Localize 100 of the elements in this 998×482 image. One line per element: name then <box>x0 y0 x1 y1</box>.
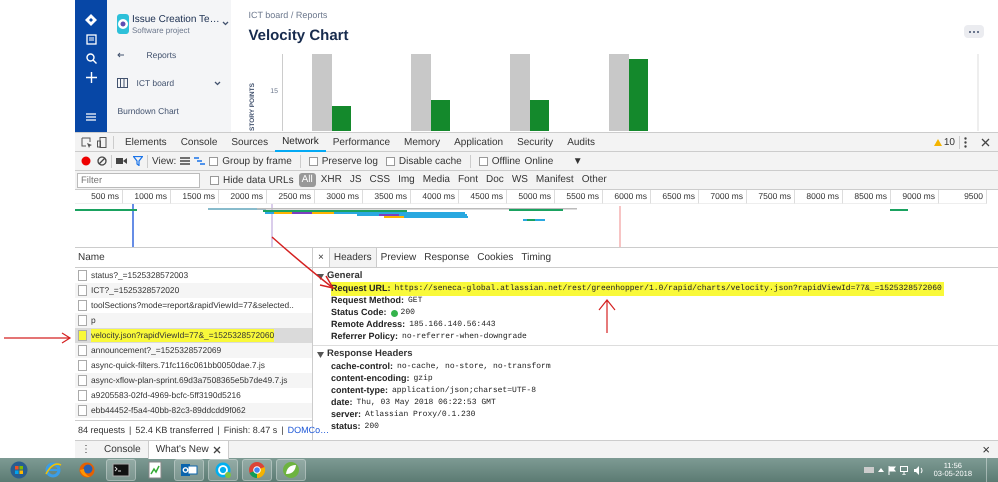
breadcrumb-link[interactable]: ICT board <box>248 9 288 22</box>
devtools-tab[interactable]: Sources <box>224 132 276 152</box>
request-row[interactable]: ebb44452-f5a4-40bb-82c3-89ddcdd9f062 <box>75 403 312 418</box>
request-row[interactable]: status?_=1525328572003 <box>75 268 312 283</box>
request-row[interactable]: async-xflow-plan-sprint.69d3a7508365e5b7de49.7.js <box>75 373 312 388</box>
devtools-tab[interactable]: Memory <box>397 132 448 152</box>
drawer-menu-button[interactable]: ⋮ <box>75 440 97 459</box>
device-icon[interactable] <box>97 136 109 148</box>
timeline-tick: 3500 ms <box>363 190 411 204</box>
chat-icon[interactable] <box>208 459 238 481</box>
back-arrow-icon[interactable] <box>117 52 124 58</box>
type-filter[interactable]: CSS <box>366 173 394 187</box>
detail-tab[interactable]: Response <box>420 248 474 267</box>
devtools-tab[interactable]: Audits <box>560 132 602 152</box>
column-header[interactable]: Name <box>75 248 312 268</box>
timeline-tick: 5000 ms <box>507 190 555 204</box>
drawer-close-button[interactable]: × <box>974 440 998 459</box>
clear-icon[interactable] <box>97 156 107 166</box>
throttling-dropdown[interactable]: Online ▼ <box>524 152 583 170</box>
timeline-tick: 4000 ms <box>411 190 459 204</box>
devtools-tab[interactable]: Performance <box>326 132 398 152</box>
board-icon <box>117 78 128 88</box>
devtools-tab[interactable]: Elements <box>118 132 174 152</box>
detail-tab[interactable]: Cookies <box>473 248 518 267</box>
summary-text: 52.4 KB transferred <box>135 424 214 437</box>
section-header[interactable]: General <box>313 270 998 283</box>
more-button[interactable] <box>964 25 984 38</box>
filter-field[interactable]: Filter <box>77 172 200 188</box>
timeline-tick: 7500 ms <box>747 190 795 204</box>
close-button[interactable]: × <box>313 248 329 267</box>
filter-icon[interactable] <box>133 156 143 166</box>
mail-icon[interactable] <box>174 459 204 481</box>
drawer-tab[interactable]: What's New <box>148 440 229 458</box>
sidebar-item[interactable]: Burndown Chart <box>117 104 179 118</box>
expand-triangle-icon[interactable] <box>317 352 324 358</box>
type-filter[interactable]: Manifest <box>532 173 577 187</box>
request-row[interactable]: toolSections?mode=report&rapidViewId=77&selected.. <box>75 298 312 313</box>
waterfall-view-icon[interactable] <box>194 157 206 165</box>
timeline-tick: 9500 <box>939 190 987 204</box>
search-icon[interactable] <box>86 53 97 64</box>
terminal-icon[interactable] <box>106 459 136 481</box>
flag-icon[interactable] <box>888 466 896 474</box>
checkbox-option[interactable]: Offline <box>478 154 520 168</box>
more-options-icon[interactable] <box>964 136 967 148</box>
request-row[interactable]: async-quick-filters.71fc116c061bb0050dae.7.js <box>75 358 312 373</box>
devtools-tab[interactable]: Application <box>447 132 510 152</box>
show-hidden-icons-icon[interactable] <box>878 468 884 472</box>
list-view-icon[interactable] <box>180 157 190 165</box>
status-dot-icon <box>390 310 398 316</box>
warning-count[interactable]: 10 <box>934 134 955 150</box>
type-filter[interactable]: Other <box>578 173 610 187</box>
devtools-tab[interactable]: Security <box>510 132 560 152</box>
request-row[interactable]: ICT?_=1525328572020 <box>75 283 312 298</box>
type-filter[interactable]: JS <box>346 173 365 187</box>
leaf-icon[interactable] <box>276 459 306 481</box>
close-icon[interactable] <box>981 138 990 146</box>
network-icon[interactable] <box>900 466 910 474</box>
timeline-tick: 6500 ms <box>651 190 699 204</box>
detail-tab[interactable]: Preview <box>376 248 420 267</box>
type-filter[interactable]: XHR <box>318 173 345 187</box>
camera-icon[interactable] <box>116 157 127 165</box>
request-row[interactable]: announcement?_=1525328572069 <box>75 343 312 358</box>
type-filter[interactable]: Doc <box>483 173 507 187</box>
type-filter[interactable]: Font <box>455 173 482 187</box>
back-link[interactable]: Reports <box>146 48 176 62</box>
project-name[interactable]: Issue Creation Te… <box>132 12 220 27</box>
project-type: Software project <box>132 27 191 35</box>
close-icon[interactable] <box>212 446 221 454</box>
board-icon[interactable] <box>86 34 97 45</box>
page-title: Velocity Chart <box>248 26 348 46</box>
section-header[interactable]: Response Headers <box>313 348 998 361</box>
type-filter[interactable]: Img <box>395 173 418 187</box>
inspect-icon[interactable] <box>81 136 93 148</box>
header-value: 200 <box>364 421 379 433</box>
type-filter[interactable]: Media <box>420 173 453 187</box>
sidebar-item[interactable]: ICT board <box>136 76 206 90</box>
detail-tab[interactable]: Headers <box>328 248 377 267</box>
menu-icon[interactable] <box>86 113 96 121</box>
chevron-down-icon[interactable] <box>222 21 230 26</box>
devtools-tab[interactable]: Console <box>174 132 224 152</box>
checkbox-option[interactable]: Group by frame <box>209 154 292 168</box>
checkbox-option[interactable]: Preserve log <box>308 154 378 168</box>
checkbox-option[interactable]: Hide data URLs <box>210 172 294 188</box>
separator: | <box>217 424 220 437</box>
chevron-down-icon[interactable] <box>214 80 222 86</box>
checkbox-option[interactable]: Disable cache <box>386 154 462 168</box>
expand-triangle-icon[interactable] <box>317 274 324 280</box>
volume-icon[interactable] <box>914 466 924 474</box>
type-filter[interactable]: WS <box>508 173 531 187</box>
request-row[interactable]: p <box>75 313 312 328</box>
browser-icon[interactable] <box>242 459 272 481</box>
plus-icon[interactable] <box>86 72 97 83</box>
breadcrumb-link[interactable]: Reports <box>296 9 328 22</box>
record-icon[interactable] <box>81 156 91 166</box>
jira-logo-icon[interactable] <box>85 14 98 26</box>
request-row[interactable]: velocity.json?rapidViewId=77&_=1525328572060 <box>75 328 312 343</box>
detail-tab[interactable]: Timing <box>517 248 556 267</box>
timeline-tick: 9000 ms <box>891 190 939 204</box>
request-row[interactable]: a9205583-02fd-4969-bcfc-5ff3190d5216 <box>75 388 312 403</box>
drawer-tab[interactable]: Console <box>97 440 148 458</box>
